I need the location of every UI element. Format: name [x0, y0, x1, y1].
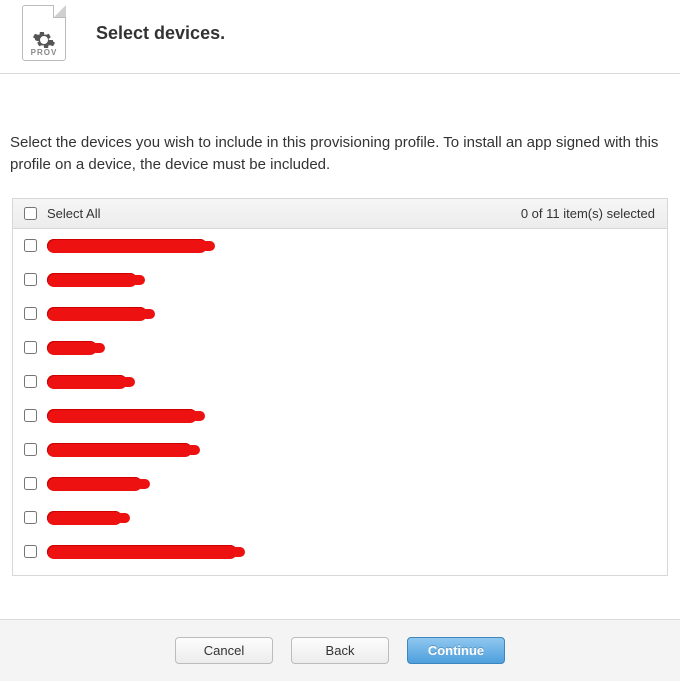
- redaction-mark: [47, 443, 192, 457]
- device-checkbox[interactable]: [24, 307, 37, 320]
- select-all-cell: [13, 207, 47, 220]
- row-checkbox-cell: [13, 239, 47, 252]
- redaction-mark: [47, 239, 207, 253]
- redaction-mark: [47, 511, 122, 525]
- device-checkbox[interactable]: [24, 375, 37, 388]
- devices-table: Select All 0 of 11 item(s) selected: [12, 198, 668, 576]
- instruction-text: Select the devices you wish to include i…: [0, 74, 680, 176]
- provisioning-profile-icon: PROV: [22, 5, 66, 61]
- table-row[interactable]: [13, 467, 667, 501]
- redaction-mark: [47, 341, 97, 355]
- device-checkbox[interactable]: [24, 409, 37, 422]
- cancel-button[interactable]: Cancel: [175, 637, 273, 664]
- row-checkbox-cell: [13, 545, 47, 558]
- device-checkbox[interactable]: [24, 273, 37, 286]
- table-row[interactable]: [13, 365, 667, 399]
- table-row[interactable]: [13, 399, 667, 433]
- row-checkbox-cell: [13, 307, 47, 320]
- table-body[interactable]: [13, 229, 667, 575]
- table-row[interactable]: [13, 263, 667, 297]
- row-checkbox-cell: [13, 375, 47, 388]
- redaction-mark: [47, 409, 197, 423]
- select-all-checkbox[interactable]: [24, 207, 37, 220]
- row-checkbox-cell: [13, 409, 47, 422]
- icon-caption: PROV: [23, 48, 65, 57]
- row-checkbox-cell: [13, 341, 47, 354]
- device-checkbox[interactable]: [24, 477, 37, 490]
- device-checkbox[interactable]: [24, 341, 37, 354]
- table-row[interactable]: [13, 331, 667, 365]
- table-row[interactable]: [13, 501, 667, 535]
- table-row[interactable]: [13, 535, 667, 569]
- table-row[interactable]: [13, 433, 667, 467]
- row-checkbox-cell: [13, 477, 47, 490]
- back-button[interactable]: Back: [291, 637, 389, 664]
- footer: Cancel Back Continue: [0, 619, 680, 681]
- continue-button[interactable]: Continue: [407, 637, 505, 664]
- redaction-mark: [47, 273, 137, 287]
- redaction-mark: [47, 307, 147, 321]
- redaction-mark: [47, 375, 127, 389]
- selection-count: 0 of 11 item(s) selected: [521, 206, 667, 221]
- redaction-mark: [47, 477, 142, 491]
- select-all-label[interactable]: Select All: [47, 206, 521, 221]
- table-row[interactable]: [13, 297, 667, 331]
- redaction-mark: [47, 545, 237, 559]
- device-checkbox[interactable]: [24, 511, 37, 524]
- device-checkbox[interactable]: [24, 239, 37, 252]
- row-checkbox-cell: [13, 511, 47, 524]
- table-header-row: Select All 0 of 11 item(s) selected: [13, 199, 667, 229]
- device-checkbox[interactable]: [24, 443, 37, 456]
- row-checkbox-cell: [13, 443, 47, 456]
- device-checkbox[interactable]: [24, 545, 37, 558]
- header: PROV Select devices.: [0, 0, 680, 74]
- row-checkbox-cell: [13, 273, 47, 286]
- page-title: Select devices.: [96, 23, 225, 44]
- table-row[interactable]: [13, 229, 667, 263]
